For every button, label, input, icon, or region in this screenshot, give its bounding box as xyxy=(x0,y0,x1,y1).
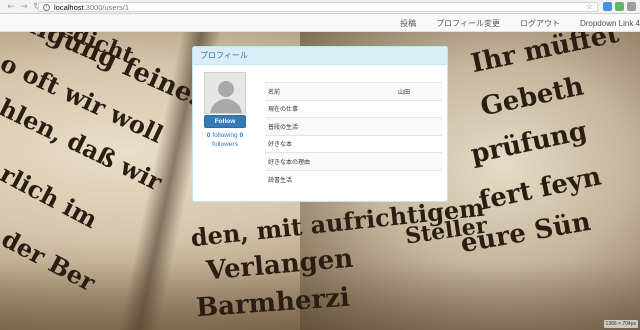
bookmark-star-icon[interactable]: ☆ xyxy=(586,2,593,11)
row-value xyxy=(395,152,442,170)
row-value xyxy=(395,134,442,153)
row-label: 好きな本 xyxy=(265,134,395,153)
browser-toolbar: ← → ↻ i localhost:3000/users/1 ☆ xyxy=(0,0,640,14)
profile-info-table: 名前 山田 現在の仕事 普段の生活 好きな本 好きな本の理由 読書生活 xyxy=(265,82,442,188)
background-text: rlich im xyxy=(0,158,103,235)
size-badge: 1366 × 704px xyxy=(603,320,638,328)
table-row: 普段の生活 xyxy=(265,117,442,135)
row-label: 現在の仕事 xyxy=(265,99,395,118)
row-value xyxy=(395,169,442,188)
row-label: 普段の生活 xyxy=(265,117,395,135)
extension-icons xyxy=(603,2,636,11)
back-icon[interactable]: ← xyxy=(6,1,16,13)
followers-label[interactable]: followers xyxy=(212,141,238,148)
avatar-head xyxy=(218,81,234,97)
nav-link-logout[interactable]: ログアウト xyxy=(520,18,560,29)
url-host: localhost xyxy=(54,2,84,12)
table-row: 好きな本 xyxy=(265,134,442,153)
row-label: 読書生活 xyxy=(265,169,395,188)
app-navbar: 投稿 プロフィール変更 ログアウト Dropdown Link 4 xyxy=(0,14,640,32)
table-row: 現在の仕事 xyxy=(265,99,442,118)
avatar-body xyxy=(210,99,242,113)
forward-icon[interactable]: → xyxy=(19,1,29,13)
row-label: 好きな本の理由 xyxy=(265,152,395,170)
extension-icon[interactable] xyxy=(615,2,624,11)
table-row: 読書生活 xyxy=(265,169,442,188)
follow-button[interactable]: Follow xyxy=(204,115,246,128)
row-value xyxy=(395,117,442,135)
nav-dropdown-link[interactable]: Dropdown Link 4 xyxy=(580,19,640,28)
follow-stats: 0 following 0 followers xyxy=(195,131,255,149)
row-label: 名前 xyxy=(265,82,395,100)
nav-link-edit-profile[interactable]: プロフィール変更 xyxy=(436,18,500,29)
followers-count[interactable]: 0 xyxy=(239,132,243,139)
following-count[interactable]: 0 xyxy=(207,132,211,139)
row-value: 山田 xyxy=(395,82,442,100)
url-path: :3000/users/1 xyxy=(83,2,130,12)
panel-title: プロフィール xyxy=(193,47,447,65)
row-value xyxy=(395,99,442,118)
address-bar[interactable]: i localhost:3000/users/1 ☆ xyxy=(38,2,598,12)
following-label[interactable]: following xyxy=(212,132,237,139)
table-row: 好きな本の理由 xyxy=(265,152,442,170)
navbar-links: 投稿 プロフィール変更 ログアウト Dropdown Link 4 xyxy=(380,14,640,32)
extension-icon[interactable] xyxy=(627,2,636,11)
extension-icon[interactable] xyxy=(603,2,612,11)
info-icon[interactable]: i xyxy=(43,3,50,11)
table-row: 名前 山田 xyxy=(265,82,442,100)
avatar xyxy=(204,72,246,114)
url-text[interactable]: localhost:3000/users/1 xyxy=(54,3,129,12)
profile-panel: プロフィール Follow 0 following 0 followers 名前… xyxy=(192,46,448,202)
nav-link-post[interactable]: 投稿 xyxy=(400,18,416,29)
